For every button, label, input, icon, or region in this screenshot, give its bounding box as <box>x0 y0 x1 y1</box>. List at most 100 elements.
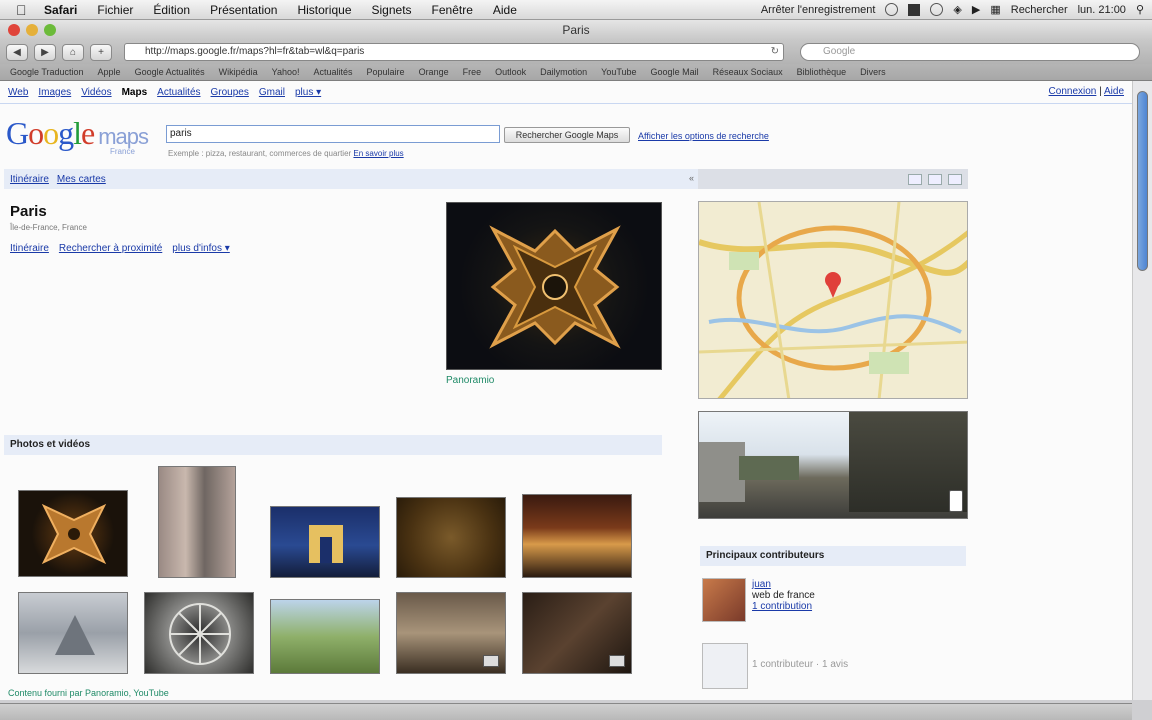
search-nearby-link[interactable]: Rechercher à proximité <box>59 243 162 254</box>
search-options-link[interactable]: Afficher les options de recherche <box>638 131 769 141</box>
url-text: http://maps.google.fr/maps?hl=fr&tab=wl&… <box>145 46 365 57</box>
apple-icon[interactable]:  <box>16 3 32 17</box>
bookmark-item[interactable]: Yahoo! <box>272 67 300 77</box>
gbar-gmail[interactable]: Gmail <box>259 87 285 98</box>
volume-icon[interactable]: ▶ <box>972 3 980 16</box>
help-link[interactable]: Aide <box>1104 86 1124 97</box>
sv-hedge <box>739 456 799 480</box>
contributor-name[interactable]: juan <box>752 579 771 590</box>
signin-link[interactable]: Connexion <box>1049 86 1097 97</box>
bookmark-item[interactable]: Google Mail <box>651 67 699 77</box>
menu-help[interactable]: Aide <box>493 3 517 17</box>
photo-thumbnail[interactable] <box>270 506 380 578</box>
photo-credit-link[interactable]: Panoramio <box>446 375 494 386</box>
send-icon[interactable] <box>928 173 942 185</box>
browser-search-field[interactable]: Google <box>800 43 1140 61</box>
photos-section-header: Photos et vidéos <box>4 435 662 455</box>
print-icon[interactable] <box>908 173 922 185</box>
url-field[interactable]: http://maps.google.fr/maps?hl=fr&tab=wl&… <box>124 43 784 61</box>
battery-icon[interactable]: ▦ <box>990 3 1000 16</box>
video-thumbnail[interactable] <box>522 592 632 674</box>
menu-history[interactable]: Historique <box>297 3 351 17</box>
contributor-count[interactable]: 1 contribution <box>752 601 812 612</box>
bookmark-item[interactable]: Wikipédia <box>219 67 258 77</box>
spotlight-icon[interactable]: ⚲ <box>1136 3 1144 16</box>
bookmark-item[interactable]: Free <box>463 67 482 77</box>
bookmark-item[interactable]: Google Actualités <box>135 67 205 77</box>
avatar[interactable] <box>702 643 748 689</box>
menu-window[interactable]: Fenêtre <box>432 3 473 17</box>
bookmark-item[interactable]: Populaire <box>367 67 405 77</box>
bookmark-item[interactable]: Google Traduction <box>10 67 84 77</box>
paris-map <box>699 202 967 398</box>
eiffel-tower-photo <box>489 225 621 349</box>
contributor-item: juan web de france 1 contribution <box>752 579 815 612</box>
photo-thumbnail[interactable] <box>396 497 506 578</box>
photo-thumbnail[interactable] <box>18 490 128 577</box>
map-toolbar <box>698 169 968 189</box>
gbar-images[interactable]: Images <box>38 87 71 98</box>
pegman-icon[interactable] <box>949 490 963 512</box>
my-maps-link[interactable]: Mes cartes <box>57 174 106 185</box>
bookmark-item[interactable]: Bibliothèque <box>797 67 847 77</box>
gbar-videos[interactable]: Vidéos <box>81 87 111 98</box>
gbar-more[interactable]: plus ▾ <box>295 87 321 98</box>
link-icon[interactable] <box>948 173 962 185</box>
gbar-divider <box>0 103 1132 104</box>
bookmark-item[interactable]: Apple <box>98 67 121 77</box>
bookmark-item[interactable]: Actualités <box>314 67 353 77</box>
recording-indicator[interactable]: Arrêter l'enregistrement <box>761 4 876 16</box>
more-info-link[interactable]: plus d'infos ▾ <box>172 243 230 254</box>
menu-edit[interactable]: Édition <box>153 3 190 17</box>
bookmark-item[interactable]: Dailymotion <box>540 67 587 77</box>
close-window-icon[interactable] <box>8 24 20 36</box>
gbar-groups[interactable]: Groupes <box>211 87 249 98</box>
add-bookmark-button[interactable]: + <box>90 43 112 61</box>
menu-safari[interactable]: Safari <box>44 3 77 17</box>
video-thumbnail[interactable] <box>396 592 506 674</box>
photo-thumbnail[interactable] <box>18 592 128 674</box>
photo-thumbnail[interactable] <box>158 466 236 578</box>
spotlight-label[interactable]: Rechercher <box>1011 4 1068 16</box>
scroll-thumb[interactable] <box>1137 91 1148 271</box>
directions-link[interactable]: Itinéraire <box>10 174 49 185</box>
street-view-thumbnail[interactable] <box>698 411 968 519</box>
photo-thumbnail[interactable] <box>270 599 380 674</box>
google-bar: Web Images Vidéos Maps Actualités Groupe… <box>0 81 1132 103</box>
menu-bookmarks[interactable]: Signets <box>372 3 412 17</box>
bookmark-item[interactable]: Réseaux Sociaux <box>713 67 783 77</box>
bookmark-item[interactable]: YouTube <box>601 67 636 77</box>
forward-button[interactable]: ▶ <box>34 43 56 61</box>
collapse-panel-icon[interactable]: « <box>689 173 694 183</box>
page-scrollbar[interactable] <box>1132 81 1152 700</box>
reload-icon[interactable]: ↻ <box>771 44 779 60</box>
maps-search-button[interactable]: Rechercher Google Maps <box>504 127 630 143</box>
menu-file[interactable]: Fichier <box>97 3 133 17</box>
gbar-news[interactable]: Actualités <box>157 87 200 98</box>
browser-toolbar: ◀ ▶ ⌂ + http://maps.google.fr/maps?hl=fr… <box>0 40 1152 64</box>
map-view[interactable] <box>698 201 968 399</box>
main-place-photo[interactable] <box>446 202 662 370</box>
gbar-web[interactable]: Web <box>8 87 28 98</box>
maps-search-input[interactable]: paris <box>166 125 500 143</box>
avatar[interactable] <box>702 578 746 622</box>
learn-more-link[interactable]: En savoir plus <box>353 149 403 158</box>
wifi-icon[interactable]: ◈ <box>953 3 961 16</box>
place-actions: Itinéraire Rechercher à proximité plus d… <box>10 243 230 254</box>
stop-icon[interactable] <box>908 3 921 16</box>
photo-thumbnail[interactable] <box>144 592 254 674</box>
place-directions-link[interactable]: Itinéraire <box>10 243 49 254</box>
sync-icon[interactable] <box>930 3 944 16</box>
home-icon[interactable]: ⌂ <box>62 43 84 61</box>
zoom-window-icon[interactable] <box>44 24 56 36</box>
menu-clock[interactable]: lun. 21:00 <box>1078 4 1126 16</box>
clock-icon[interactable] <box>885 3 899 16</box>
bookmark-item[interactable]: Orange <box>419 67 449 77</box>
contributor-item: 1 contributeur · 1 avis <box>752 659 848 670</box>
bookmark-item[interactable]: Divers <box>860 67 886 77</box>
back-button[interactable]: ◀ <box>6 43 28 61</box>
photo-thumbnail[interactable] <box>522 494 632 578</box>
bookmark-item[interactable]: Outlook <box>495 67 526 77</box>
minimize-window-icon[interactable] <box>26 24 38 36</box>
menu-view[interactable]: Présentation <box>210 3 277 17</box>
